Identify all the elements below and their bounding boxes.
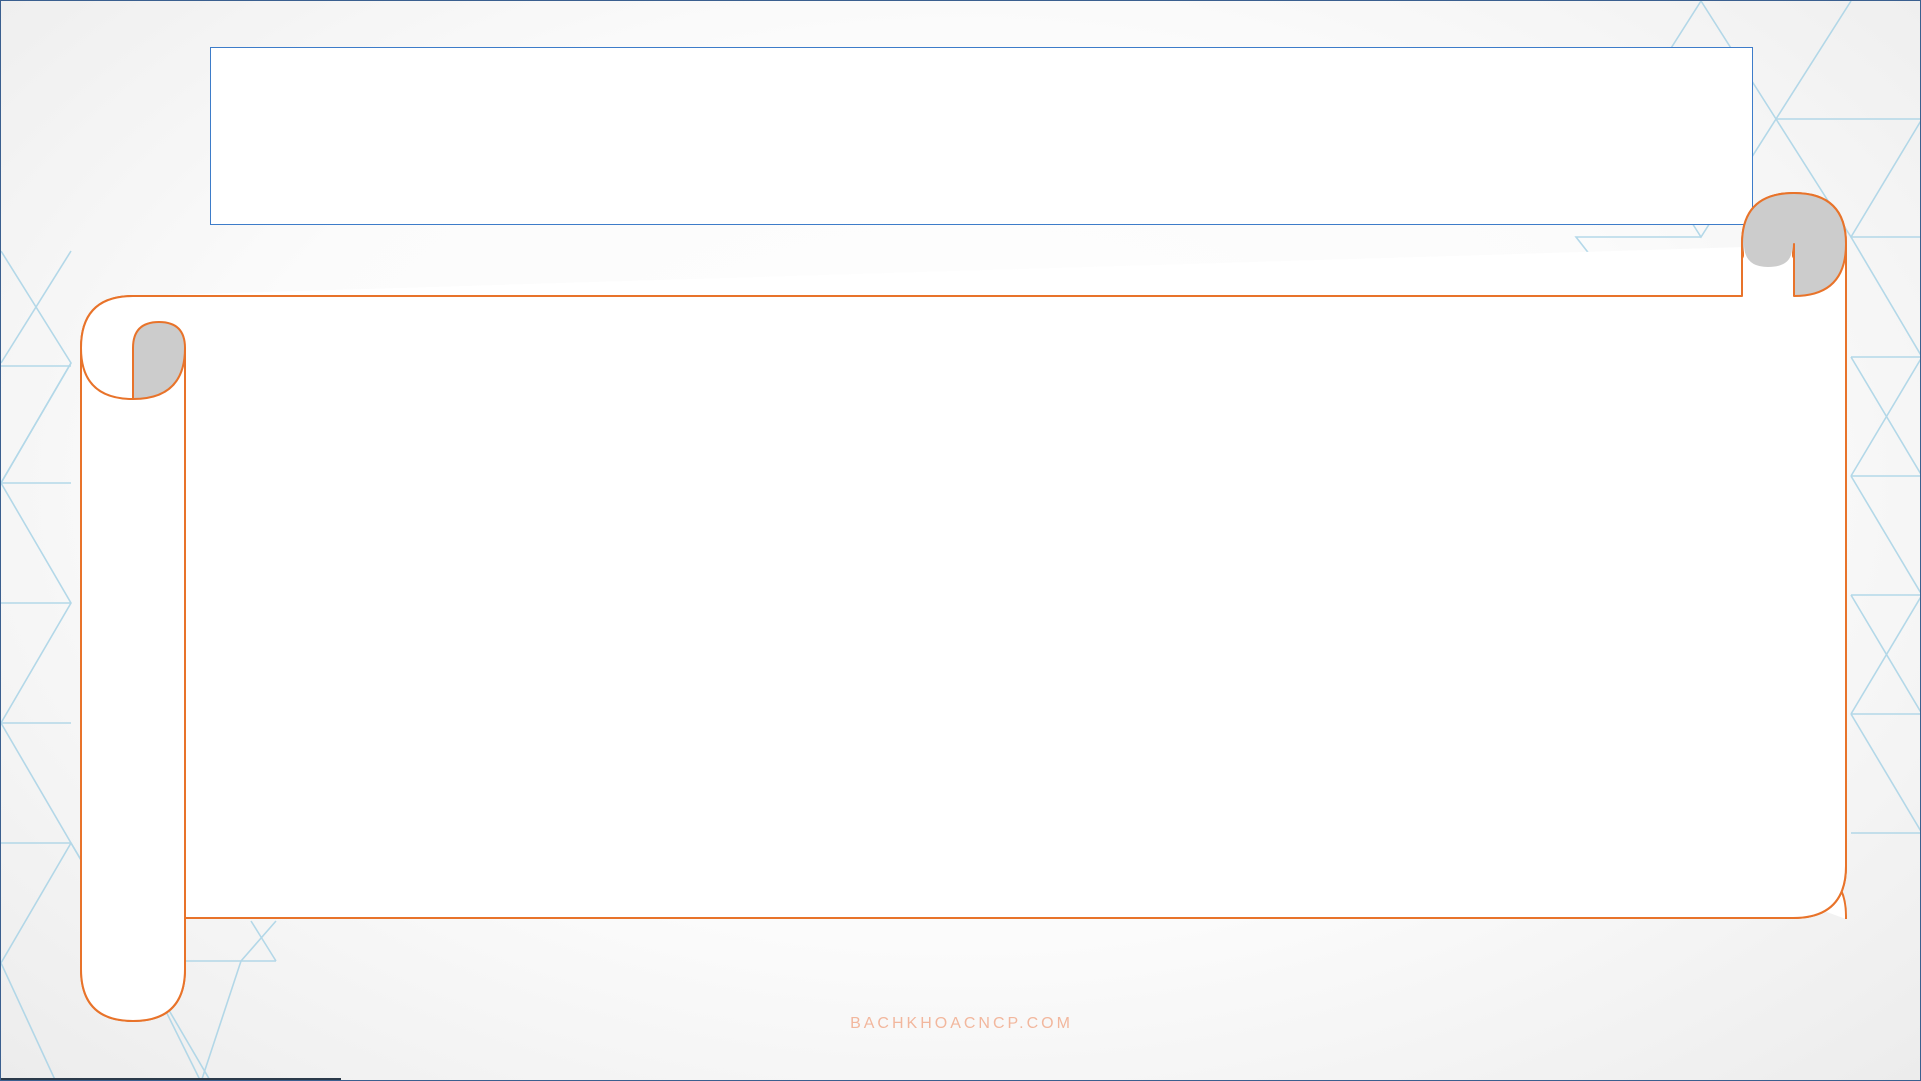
watermark-text: BACHKHOACNCP.COM bbox=[850, 1015, 1073, 1032]
slide: BACHKHOACNCP.COM bbox=[0, 0, 1921, 1081]
bottom-edge-strip bbox=[1, 1078, 341, 1080]
scroll-banner bbox=[80, 192, 1848, 1022]
